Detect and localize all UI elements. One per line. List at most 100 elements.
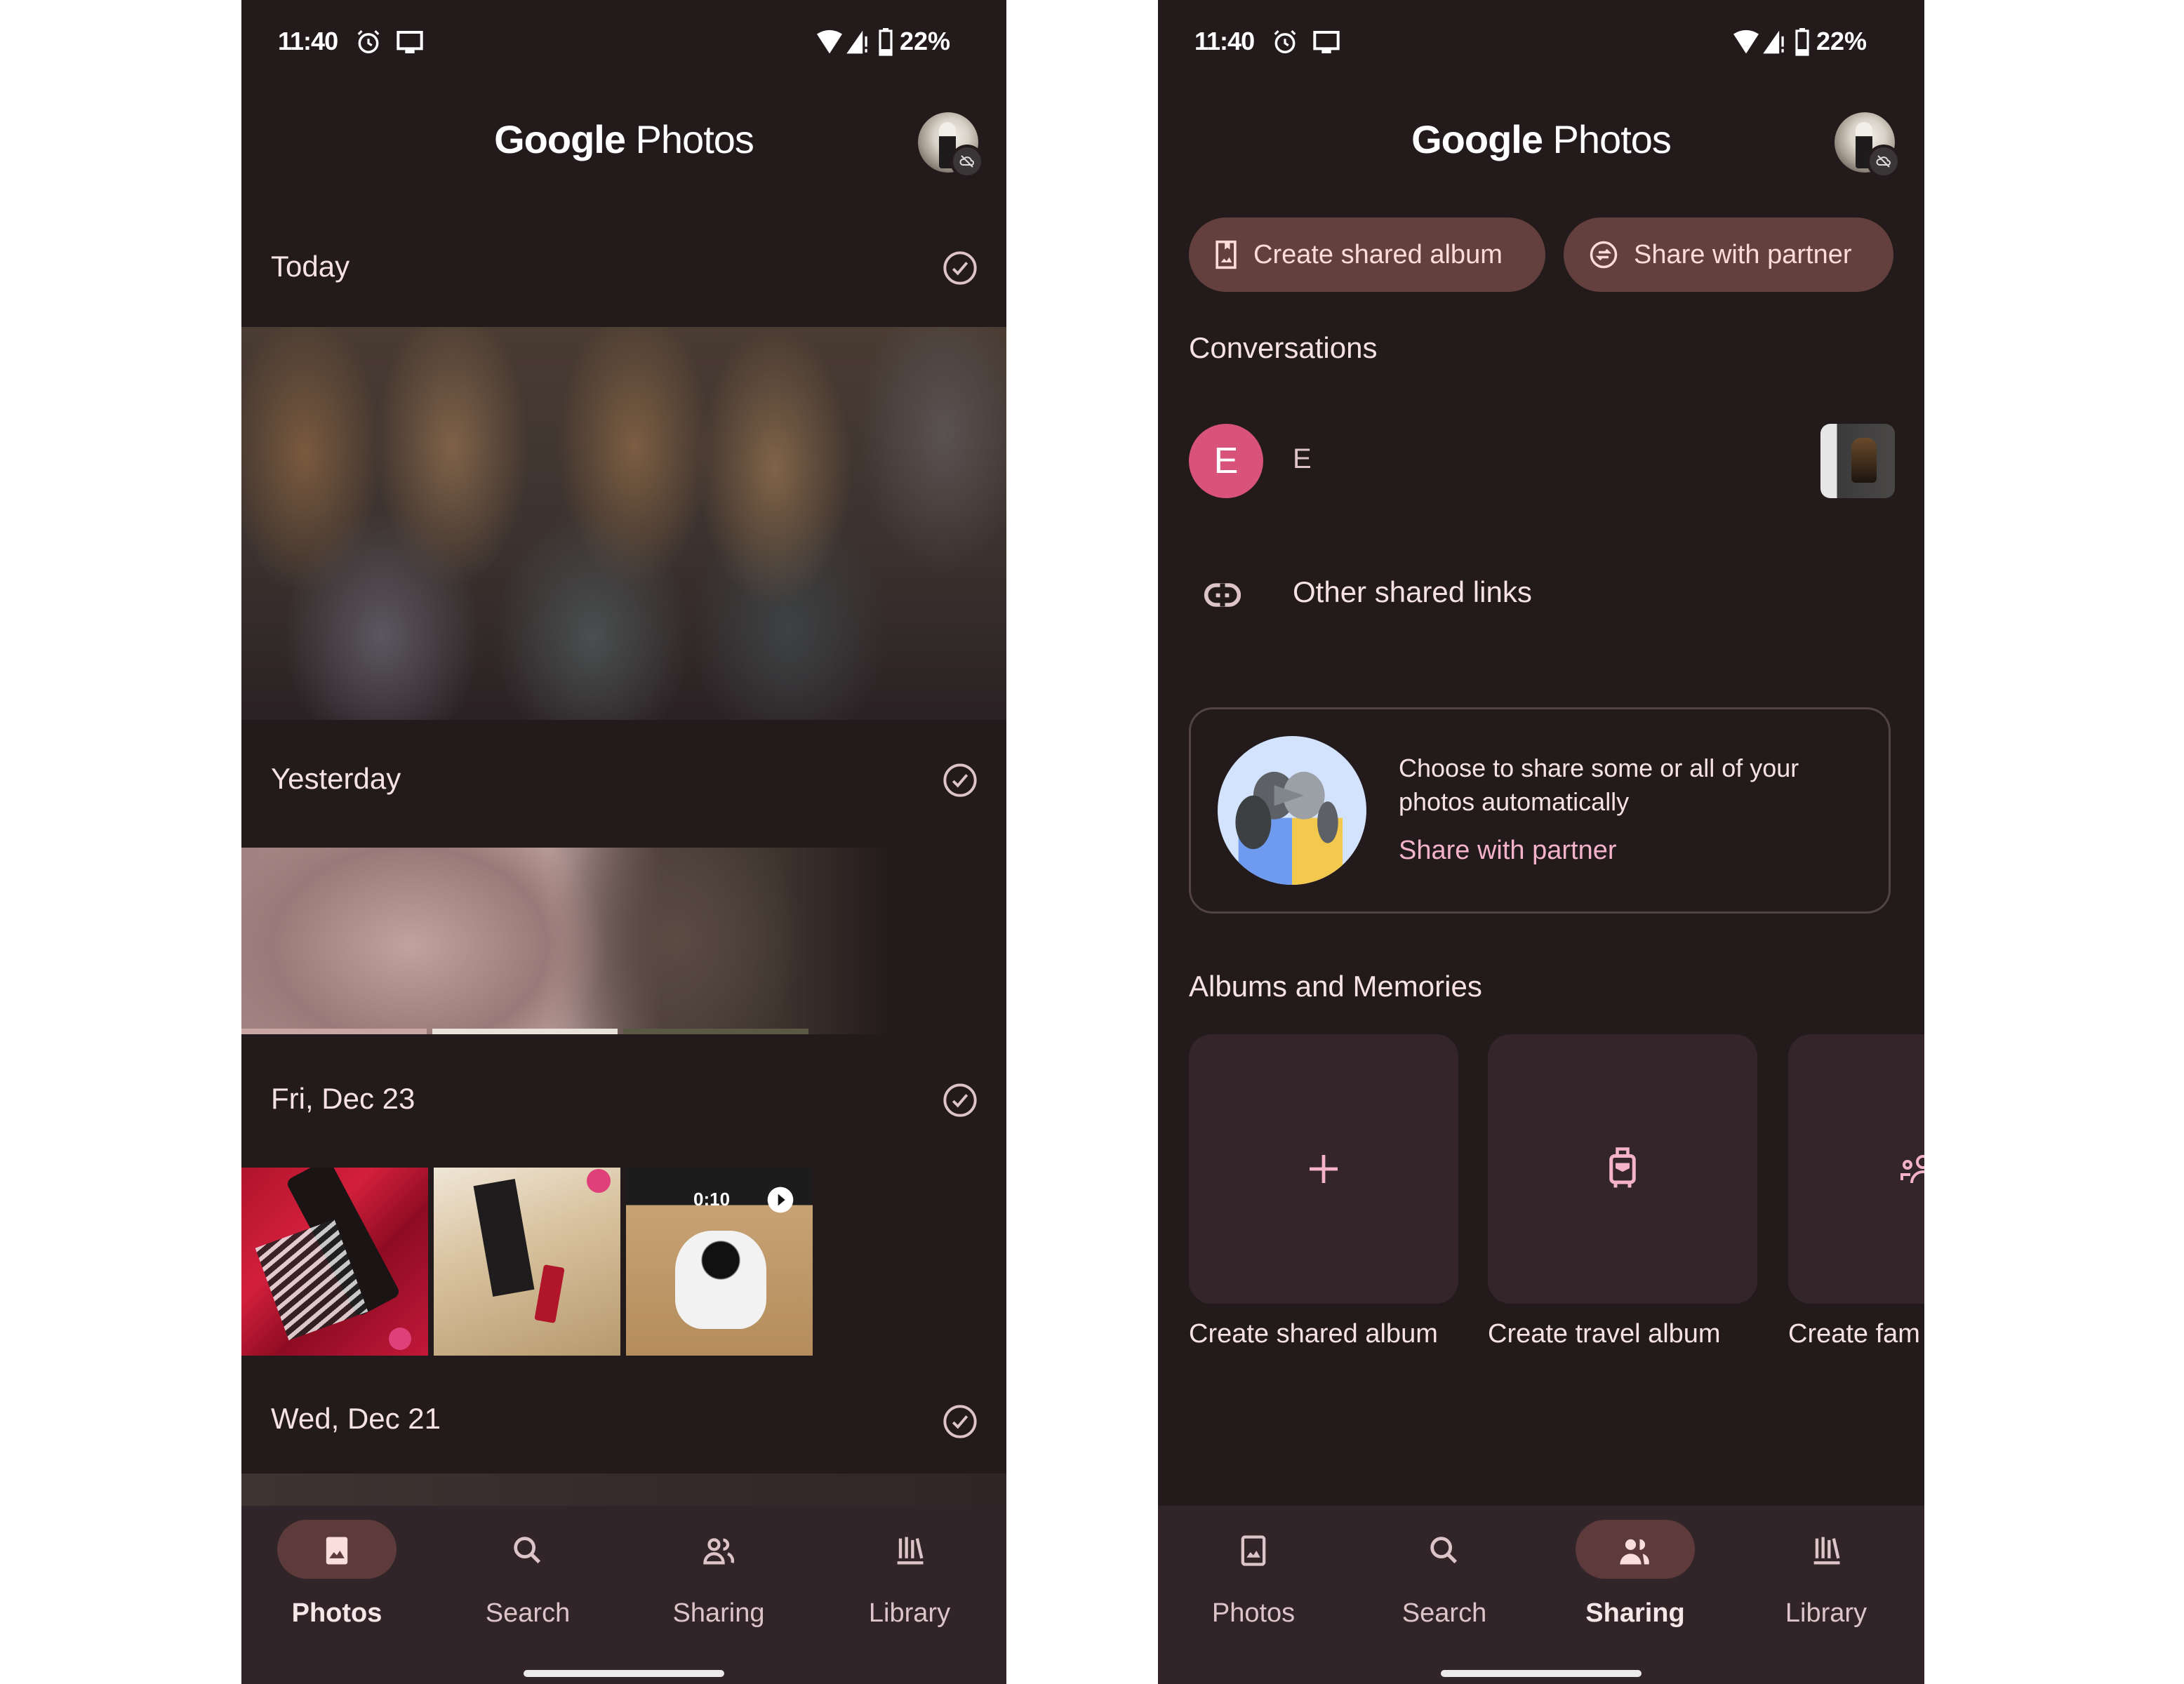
app-title-product: Photos [635, 117, 754, 161]
app-title: Google Photos [241, 116, 1006, 162]
photos-screen: 11:40 22% Google Photos Today Yesterday … [241, 0, 1006, 1684]
product-box [473, 1179, 535, 1297]
conversation-thumbnail [1820, 424, 1895, 498]
wifi-icon [817, 29, 842, 54]
chip-label: Create shared album [1253, 239, 1503, 269]
partner-illustration [1218, 736, 1366, 885]
create-travel-album-card[interactable] [1488, 1034, 1757, 1304]
section-header-yesterday: Yesterday [271, 762, 401, 795]
play-icon [767, 1187, 794, 1213]
nav-label: Library [1785, 1598, 1867, 1628]
people-icon [703, 1538, 735, 1565]
share-with-partner-link[interactable]: Share with partner [1399, 836, 1617, 866]
home-indicator[interactable] [524, 1670, 724, 1677]
search-icon [514, 1537, 541, 1564]
app-title: Google Photos [1158, 116, 1924, 162]
people-icon [1620, 1539, 1649, 1565]
photo-icon [326, 1537, 348, 1565]
photo-thumbnail-yesterday[interactable] [241, 848, 1006, 1034]
create-shared-album-chip[interactable]: Create shared album [1189, 218, 1545, 292]
library-icon [897, 1537, 924, 1565]
partner-sharing-icon [1590, 241, 1618, 269]
create-family-album-card[interactable] [1788, 1034, 1924, 1304]
status-time: 11:40 [278, 27, 338, 55]
album-label: Create travel album [1488, 1319, 1721, 1349]
nav-label: Sharing [1585, 1598, 1685, 1628]
select-all-check-icon[interactable] [942, 762, 978, 798]
photo-thumbnail-lipstick[interactable] [434, 1168, 620, 1356]
nav-tab-search[interactable]: Search [432, 1506, 623, 1684]
signal-icon [846, 30, 867, 54]
cloud-off-icon [959, 155, 974, 168]
other-shared-links-row[interactable]: Other shared links [1158, 554, 1924, 636]
nav-tab-library[interactable]: Library [1731, 1506, 1922, 1684]
battery-percent: 22% [1816, 27, 1867, 55]
video-thumbnail-cat[interactable]: 0:10 [626, 1168, 813, 1356]
family-icon [1900, 1155, 1924, 1184]
photo-thumbnail-brushes[interactable] [241, 1168, 428, 1356]
cast-icon [1313, 31, 1340, 53]
nav-tab-sharing[interactable]: Sharing [1540, 1506, 1731, 1684]
search-icon [1430, 1537, 1458, 1564]
conversation-row[interactable]: E E [1158, 411, 1924, 512]
photo-thumbnail-wed[interactable] [241, 1474, 1006, 1506]
nav-label: Photos [291, 1598, 382, 1628]
create-shared-album-card[interactable] [1189, 1034, 1458, 1304]
nav-tab-sharing[interactable]: Sharing [623, 1506, 814, 1684]
brand-badge [389, 1328, 411, 1350]
status-time: 11:40 [1194, 27, 1255, 55]
battery-icon [879, 28, 893, 56]
alarm-icon [357, 30, 380, 53]
select-all-check-icon[interactable] [942, 1082, 978, 1118]
bottom-navigation: Photos Search Sharing Library [241, 1506, 1006, 1684]
partner-card-text: Choose to share some or all of your phot… [1399, 754, 1799, 816]
luggage-icon [1609, 1147, 1636, 1188]
conversation-avatar: E [1189, 424, 1263, 498]
library-icon [1813, 1537, 1840, 1565]
photo-strip [623, 1029, 808, 1034]
album-label: Create fam [1788, 1319, 1920, 1349]
album-label: Create shared album [1189, 1319, 1438, 1349]
photo-thumbnail-today[interactable] [241, 327, 1006, 720]
nav-tab-search[interactable]: Search [1349, 1506, 1540, 1684]
section-header-fri-dec-23: Fri, Dec 23 [271, 1082, 415, 1115]
lipstick [534, 1264, 565, 1323]
account-avatar[interactable] [918, 112, 984, 178]
other-shared-links-label: Other shared links [1293, 575, 1532, 608]
conversation-name: E [1293, 443, 1312, 474]
dog [1851, 438, 1877, 483]
account-avatar[interactable] [1835, 112, 1900, 178]
battery-icon [1795, 28, 1809, 56]
nav-label: Search [485, 1598, 571, 1628]
nav-tab-library[interactable]: Library [814, 1506, 1005, 1684]
partner-sharing-promo-card[interactable]: Choose to share some or all of your phot… [1189, 707, 1891, 914]
nav-label: Search [1401, 1598, 1487, 1628]
photo-strip [432, 1029, 618, 1034]
nav-tab-photos[interactable]: Photos [1158, 1506, 1349, 1684]
app-title-brand: Google [1411, 117, 1543, 161]
backup-off-badge [1867, 145, 1900, 178]
section-header-wed-dec-21: Wed, Dec 21 [271, 1402, 441, 1435]
home-indicator[interactable] [1441, 1670, 1642, 1677]
backup-off-badge [950, 145, 984, 178]
photo-icon [1241, 1535, 1266, 1566]
nav-label: Photos [1211, 1598, 1296, 1628]
nav-label: Sharing [672, 1598, 765, 1628]
album-icon [1216, 240, 1237, 269]
select-all-check-icon[interactable] [942, 1403, 978, 1440]
brand-badge [587, 1169, 611, 1193]
signal-icon [1763, 30, 1784, 54]
nav-label: Library [868, 1598, 951, 1628]
share-with-partner-chip[interactable]: Share with partner [1564, 218, 1893, 292]
albums-memories-heading: Albums and Memories [1189, 970, 1482, 1003]
select-all-check-icon[interactable] [942, 250, 978, 286]
photo-strip [241, 1029, 427, 1034]
chip-label: Share with partner [1634, 239, 1852, 269]
cast-icon [397, 31, 423, 53]
nav-tab-photos[interactable]: Photos [241, 1506, 432, 1684]
sharing-screen: 11:40 22% Google Photos Create shared al… [1158, 0, 1924, 1684]
battery-percent: 22% [900, 27, 951, 55]
plus-icon [1310, 1155, 1338, 1183]
link-icon [1204, 583, 1241, 607]
cloud-off-icon [1876, 155, 1891, 168]
